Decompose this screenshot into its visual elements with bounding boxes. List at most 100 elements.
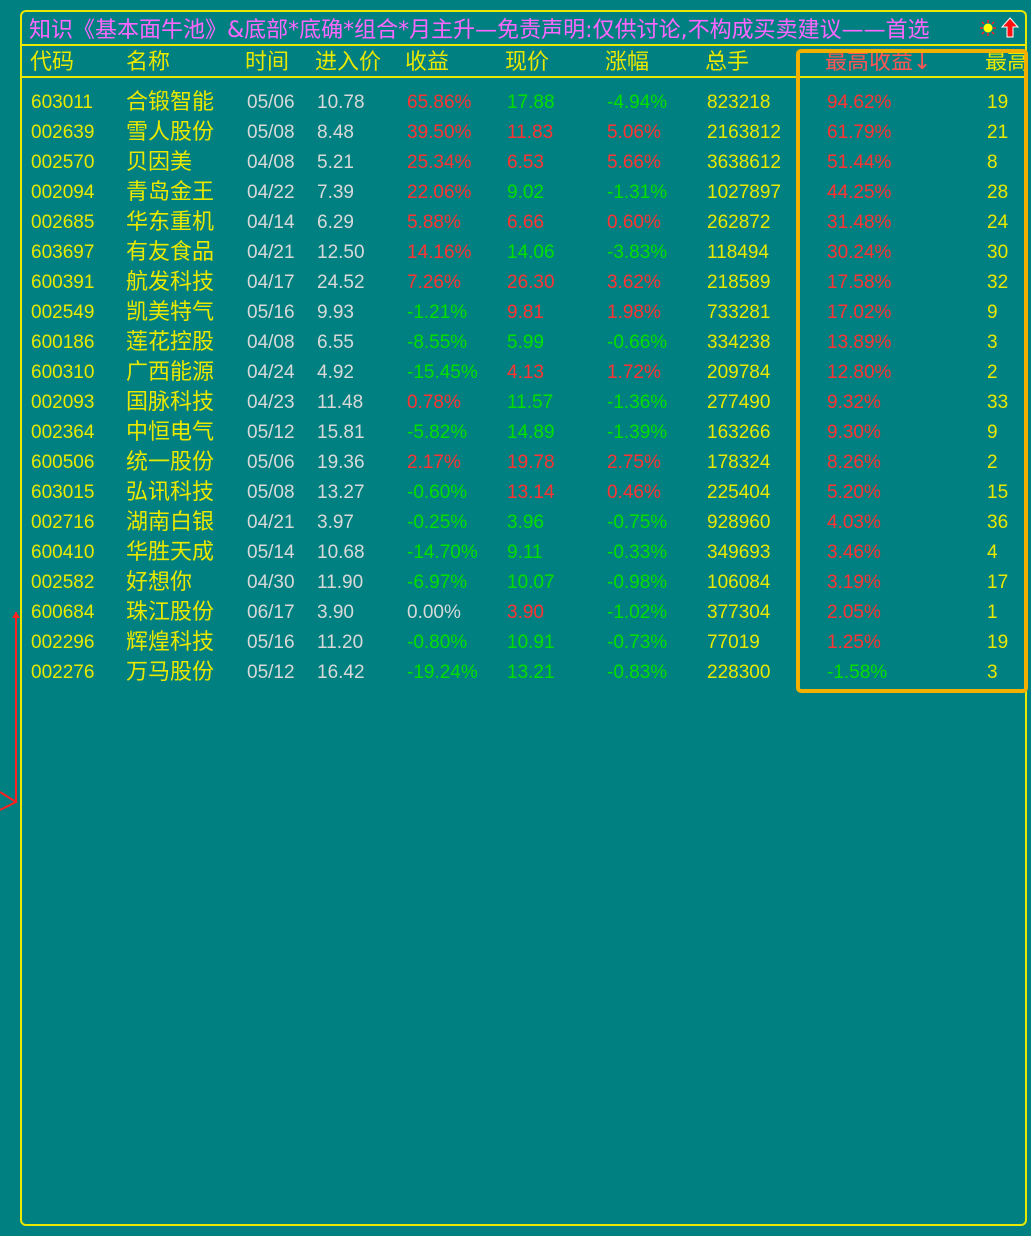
stock-name: 万马股份 — [126, 660, 215, 685]
change-value: -1.36% — [607, 392, 668, 413]
stock-name: 国脉科技 — [126, 390, 215, 415]
change-value: 2.75% — [607, 452, 661, 473]
stock-code: 002685 — [31, 212, 95, 233]
current-price: 9.02 — [507, 182, 544, 203]
change-value: -0.75% — [607, 512, 668, 533]
stock-name: 广西能源 — [126, 360, 215, 385]
column-header-price[interactable]: 现价 — [505, 48, 549, 78]
entry-date: 05/06 — [247, 92, 295, 113]
entry-date: 05/08 — [247, 122, 295, 143]
volume-value: 733281 — [707, 302, 771, 323]
change-value: -4.94% — [607, 92, 668, 113]
gain-value: -5.82% — [407, 422, 468, 443]
entry-date: 05/08 — [247, 482, 295, 503]
volume-value: 349693 — [707, 542, 771, 563]
entry-date: 04/24 — [247, 362, 295, 383]
stock-code: 600391 — [31, 272, 95, 293]
current-price: 19.78 — [507, 452, 555, 473]
current-price: 10.91 — [507, 632, 555, 653]
gain-value: 0.78% — [407, 392, 461, 413]
entry-price: 15.81 — [317, 422, 365, 443]
stock-name: 华胜天成 — [126, 540, 215, 565]
volume-value: 228300 — [707, 662, 771, 683]
entry-price: 10.78 — [317, 92, 365, 113]
max-gain-highlight-box — [796, 49, 1028, 693]
volume-value: 218589 — [707, 272, 771, 293]
change-value: 0.46% — [607, 482, 661, 503]
title-bar: 知识《基本面牛池》&底部*底确*组合*月主升—免责声明:仅供讨论,不构成买卖建议… — [22, 12, 1025, 46]
entry-price: 12.50 — [317, 242, 365, 263]
gain-value: -19.24% — [407, 662, 478, 683]
volume-value: 1027897 — [707, 182, 781, 203]
entry-date: 05/12 — [247, 662, 295, 683]
entry-price: 9.93 — [317, 302, 354, 323]
change-value: -0.98% — [607, 572, 668, 593]
gain-value: 22.06% — [407, 182, 472, 203]
entry-date: 05/14 — [247, 542, 295, 563]
volume-value: 118494 — [707, 242, 769, 263]
entry-price: 7.39 — [317, 182, 354, 203]
entry-price: 6.55 — [317, 332, 354, 353]
current-price: 5.99 — [507, 332, 544, 353]
stock-code: 002364 — [31, 422, 95, 443]
current-price: 17.88 — [507, 92, 555, 113]
volume-value: 163266 — [707, 422, 771, 443]
stock-code: 600410 — [31, 542, 95, 563]
entry-price: 11.48 — [317, 392, 364, 413]
change-value: -0.83% — [607, 662, 668, 683]
stock-code: 002570 — [31, 152, 95, 173]
stock-name: 有友食品 — [126, 240, 215, 265]
up-arrow-icon[interactable] — [1001, 17, 1019, 39]
entry-date: 06/17 — [247, 602, 295, 623]
current-price: 14.06 — [507, 242, 555, 263]
current-price: 9.11 — [507, 542, 543, 563]
current-price: 6.66 — [507, 212, 544, 233]
current-price: 9.81 — [507, 302, 544, 323]
gain-value: 5.88% — [407, 212, 461, 233]
entry-price: 6.29 — [317, 212, 354, 233]
column-header-change[interactable]: 涨幅 — [605, 48, 649, 78]
stock-code: 600186 — [31, 332, 95, 353]
gain-value: 7.26% — [407, 272, 461, 293]
entry-price: 13.27 — [317, 482, 365, 503]
entry-date: 04/23 — [247, 392, 295, 413]
entry-date: 04/30 — [247, 572, 295, 593]
column-header-volume[interactable]: 总手 — [705, 48, 749, 78]
stock-code: 002094 — [31, 182, 95, 203]
stock-name: 辉煌科技 — [126, 630, 215, 655]
current-price: 11.83 — [507, 122, 554, 143]
stock-name: 雪人股份 — [126, 120, 215, 145]
column-header-name[interactable]: 名称 — [126, 48, 170, 78]
stock-name: 统一股份 — [126, 450, 215, 475]
column-header-time[interactable]: 时间 — [245, 48, 289, 78]
column-header-gain[interactable]: 收益 — [405, 48, 449, 78]
entry-price: 4.92 — [317, 362, 354, 383]
stock-code: 002296 — [31, 632, 95, 653]
column-header-code[interactable]: 代码 — [30, 48, 74, 78]
entry-date: 04/17 — [247, 272, 295, 293]
title-icons — [979, 17, 1025, 39]
stock-code: 002549 — [31, 302, 95, 323]
current-price: 26.30 — [507, 272, 555, 293]
column-header-entry-price[interactable]: 进入价 — [315, 48, 381, 78]
entry-price: 3.90 — [317, 602, 354, 623]
volume-value: 377304 — [707, 602, 771, 623]
current-price: 6.53 — [507, 152, 544, 173]
gain-value: -14.70% — [407, 542, 478, 563]
stock-name: 珠江股份 — [126, 600, 215, 625]
stock-name: 青岛金王 — [126, 180, 215, 205]
gain-value: 65.86% — [407, 92, 472, 113]
current-price: 4.13 — [507, 362, 544, 383]
gain-value: -8.55% — [407, 332, 468, 353]
volume-value: 262872 — [707, 212, 771, 233]
current-price: 10.07 — [507, 572, 555, 593]
gain-value: 14.16% — [407, 242, 472, 263]
gain-value: 39.50% — [407, 122, 472, 143]
entry-price: 24.52 — [317, 272, 365, 293]
stock-code: 002093 — [31, 392, 95, 413]
stock-name: 华东重机 — [126, 210, 215, 235]
entry-date: 05/06 — [247, 452, 295, 473]
sun-icon[interactable] — [979, 19, 997, 37]
entry-price: 10.68 — [317, 542, 365, 563]
current-price: 13.21 — [507, 662, 555, 683]
